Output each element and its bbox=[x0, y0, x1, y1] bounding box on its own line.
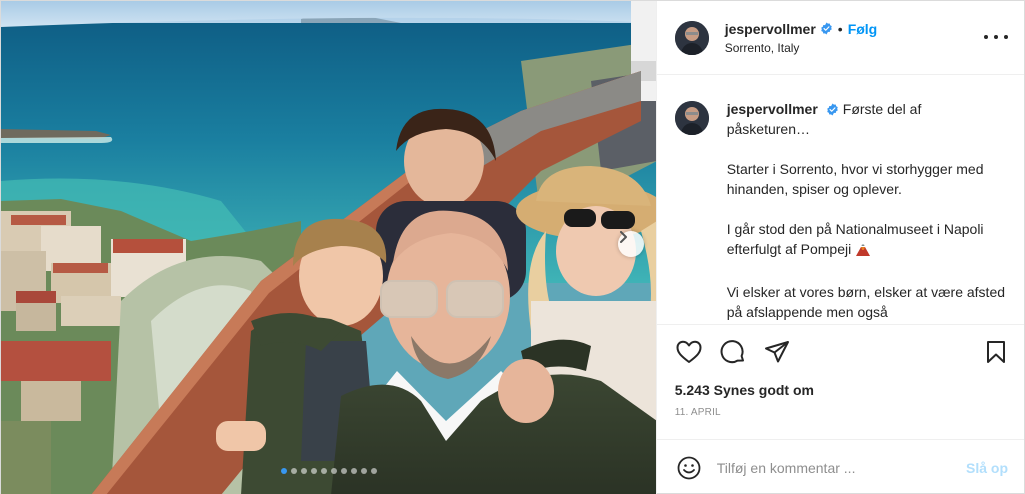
volcano-emoji-icon bbox=[855, 242, 871, 262]
carousel-dot bbox=[301, 468, 307, 474]
carousel-dot bbox=[311, 468, 317, 474]
carousel-dot bbox=[351, 468, 357, 474]
carousel-dot bbox=[331, 468, 337, 474]
carousel-dot bbox=[321, 468, 327, 474]
post-header: jespervollmer • Følg Sorrento, Italy bbox=[656, 1, 1024, 75]
caption-paragraph: Starter i Sorrento, hvor vi storhygger m… bbox=[726, 161, 984, 197]
post-date[interactable]: 11. APRIL bbox=[657, 407, 1024, 425]
post-photo[interactable] bbox=[1, 1, 656, 494]
heart-icon[interactable] bbox=[675, 338, 703, 366]
avatar[interactable] bbox=[674, 20, 709, 55]
caption-text: jespervollmer Første del af påsketuren… S… bbox=[727, 99, 1006, 324]
carousel-dot bbox=[361, 468, 367, 474]
likes-count[interactable]: 5.243 Synes godt om bbox=[657, 379, 1024, 401]
post-side-panel: jespervollmer • Følg Sorrento, Italy jes… bbox=[655, 1, 1024, 494]
carousel-dot bbox=[291, 468, 297, 474]
avatar[interactable] bbox=[674, 101, 709, 135]
post-comment-button[interactable]: Slå op bbox=[966, 460, 1008, 476]
bookmark-icon[interactable] bbox=[982, 338, 1010, 366]
verified-badge-icon bbox=[820, 22, 833, 35]
separator-dot: • bbox=[837, 20, 843, 37]
carousel-dot bbox=[371, 468, 377, 474]
verified-badge-icon bbox=[826, 103, 839, 116]
share-icon[interactable] bbox=[763, 338, 791, 366]
follow-button[interactable]: Følg bbox=[848, 21, 878, 37]
action-bar bbox=[657, 325, 1024, 379]
carousel-dot bbox=[341, 468, 347, 474]
family-selfie-photo bbox=[1, 1, 656, 494]
comment-input[interactable] bbox=[716, 459, 966, 476]
carousel-indicator bbox=[1, 468, 656, 474]
comment-bar: Slå op bbox=[656, 439, 1024, 494]
next-photo-button[interactable] bbox=[618, 231, 644, 257]
caption-paragraph: Vi elsker at vores børn, elsker at være … bbox=[726, 284, 1006, 320]
username[interactable]: jespervollmer bbox=[725, 21, 816, 37]
location-link[interactable]: Sorrento, Italy bbox=[725, 41, 878, 55]
instagram-post: jespervollmer • Følg Sorrento, Italy jes… bbox=[0, 0, 1025, 494]
more-options-icon[interactable] bbox=[984, 27, 1008, 47]
carousel-dot bbox=[281, 468, 287, 474]
comment-icon[interactable] bbox=[719, 338, 747, 366]
caption-username[interactable]: jespervollmer bbox=[727, 101, 818, 117]
emoji-icon[interactable] bbox=[675, 454, 703, 482]
caption-area: jespervollmer Første del af påsketuren… S… bbox=[657, 75, 1024, 324]
